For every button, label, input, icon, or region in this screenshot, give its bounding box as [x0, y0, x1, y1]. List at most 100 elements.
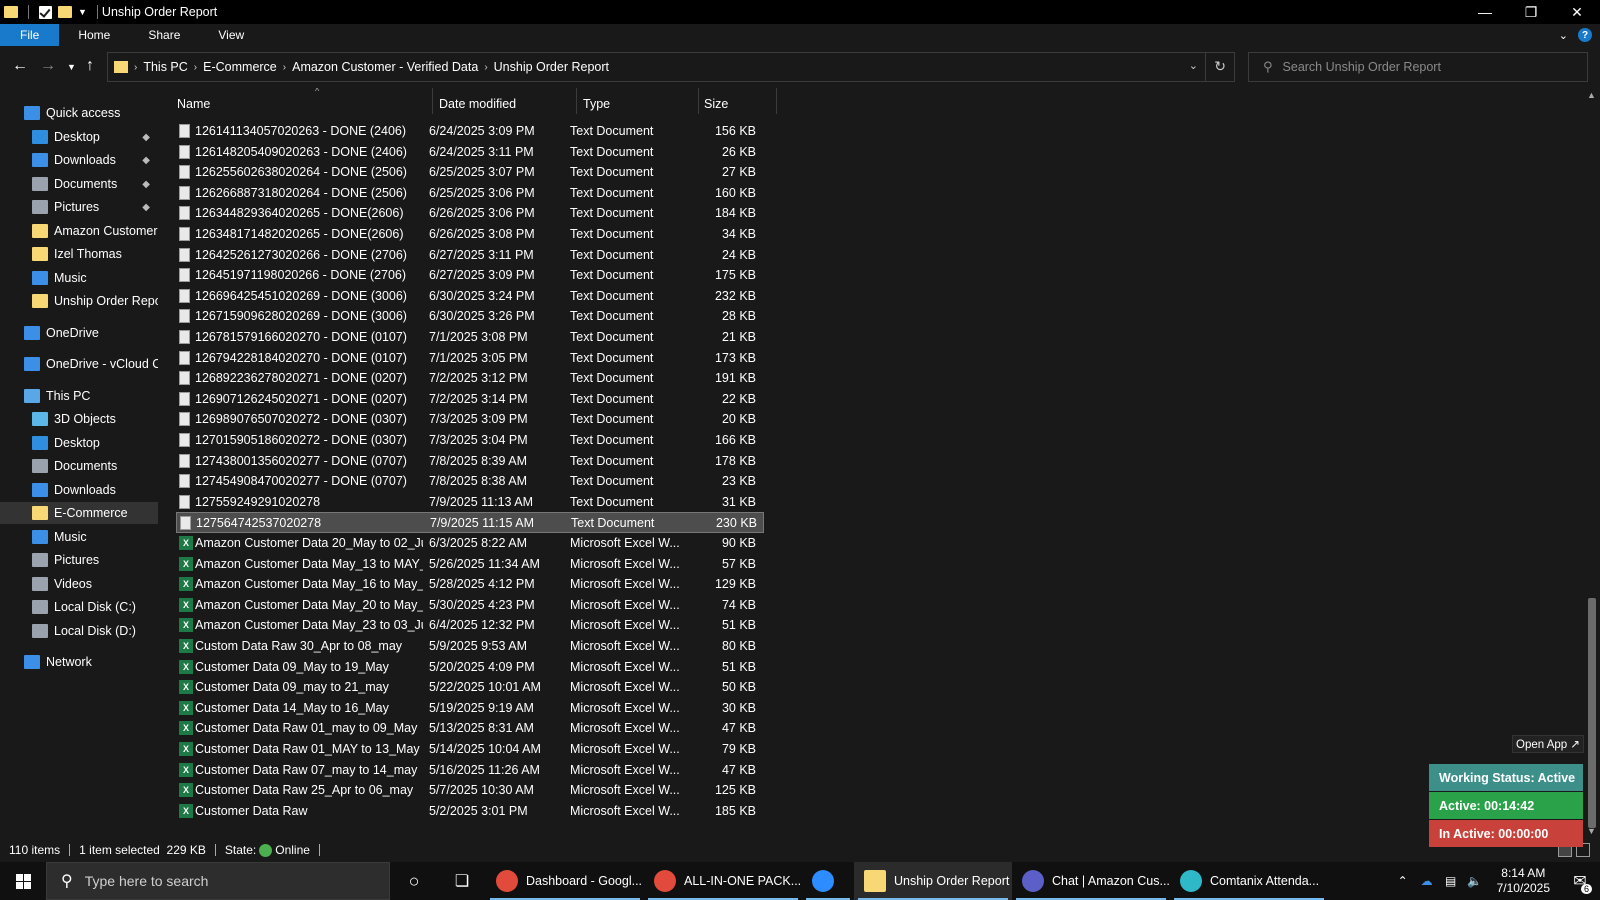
- breadcrumb-unship-order-report[interactable]: Unship Order Report: [488, 60, 615, 74]
- clock[interactable]: 8:14 AM 7/10/2025: [1487, 866, 1560, 896]
- scroll-up-icon[interactable]: ▲: [1587, 90, 1596, 100]
- expand-ribbon-icon[interactable]: ⌄: [1559, 29, 1568, 42]
- breadcrumb-e-commerce[interactable]: E-Commerce: [197, 60, 283, 74]
- task-view-icon[interactable]: ❏: [438, 862, 486, 900]
- sidebar-item-desktop[interactable]: Desktop ◆: [0, 126, 158, 148]
- open-app-button[interactable]: Open App ↗: [1512, 735, 1584, 753]
- breadcrumb-this-pc[interactable]: This PC: [137, 60, 193, 74]
- file-row[interactable]: 126344829364020265 - DONE(2606) 6/26/2025…: [176, 203, 764, 224]
- file-row[interactable]: 127559249291020278 7/9/2025 11:13 AM Text …: [176, 492, 764, 513]
- file-row[interactable]: X Customer Data Raw 25_Apr to 06_may 5/7/2…: [176, 780, 764, 801]
- sidebar-item-desktop[interactable]: Desktop: [0, 432, 158, 454]
- column-divider[interactable]: [698, 88, 699, 114]
- restore-icon[interactable]: ❐: [1508, 0, 1554, 24]
- sidebar-item-downloads[interactable]: Downloads ◆: [0, 149, 158, 171]
- column-header-size[interactable]: Size: [704, 88, 774, 114]
- sidebar-item-music[interactable]: Music: [0, 526, 158, 548]
- sidebar-item-local-disk-c[interactable]: Local Disk (C:): [0, 596, 158, 618]
- search-input[interactable]: [1282, 60, 1563, 74]
- column-header-date-modified[interactable]: Date modified: [439, 88, 569, 114]
- sidebar-item-pictures[interactable]: Pictures ◆: [0, 196, 158, 218]
- taskbar-app-file-explorer[interactable]: Unship Order Report: [854, 862, 1012, 900]
- forward-icon[interactable]: →: [40, 57, 56, 75]
- taskbar-app-chrome[interactable]: ALL-IN-ONE PACK...: [644, 862, 802, 900]
- file-row[interactable]: 126781579166020270 - DONE (0107) 7/1/2025…: [176, 327, 764, 348]
- taskbar-app-chrome[interactable]: Dashboard - Googl...: [486, 862, 644, 900]
- pin-icon[interactable]: ◆: [142, 179, 150, 190]
- file-row[interactable]: X Customer Data 09_may to 21_may 5/22/2025…: [176, 677, 764, 698]
- minimize-icon[interactable]: —: [1462, 0, 1508, 24]
- pin-icon[interactable]: ◆: [142, 155, 150, 166]
- scroll-down-icon[interactable]: ▼: [1587, 826, 1596, 836]
- tab-home[interactable]: Home: [59, 24, 129, 46]
- help-icon[interactable]: ?: [1578, 28, 1592, 42]
- sidebar-item-downloads[interactable]: Downloads: [0, 479, 158, 501]
- scrollbar-thumb[interactable]: [1588, 598, 1596, 828]
- file-row[interactable]: 127564742537020278 7/9/2025 11:15 AM Text …: [176, 512, 764, 534]
- new-folder-icon[interactable]: [58, 6, 72, 18]
- sidebar-item-3d-objects[interactable]: 3D Objects: [0, 408, 158, 430]
- file-row[interactable]: 126425261273020266 - DONE (2706) 6/27/202…: [176, 245, 764, 266]
- taskbar-app-comtanix[interactable]: Comtanix Attenda...: [1170, 862, 1328, 900]
- pin-icon[interactable]: ◆: [142, 202, 150, 213]
- network-icon[interactable]: ▤: [1439, 862, 1463, 900]
- file-row[interactable]: X Customer Data Raw 01_may to 09_May 5/13/…: [176, 718, 764, 739]
- file-row[interactable]: X Customer Data Raw 07_may to 14_may 5/16/…: [176, 760, 764, 781]
- tab-file[interactable]: File: [0, 24, 60, 46]
- sidebar-item-onedrive-vcloud-cl[interactable]: OneDrive - vCloud Cl: [0, 353, 158, 375]
- file-row[interactable]: X Amazon Customer Data May_13 to MAY_... 5…: [176, 554, 764, 575]
- file-row[interactable]: 126141134057020263 - DONE (2406) 6/24/202…: [176, 121, 764, 142]
- sidebar-item-documents[interactable]: Documents ◆: [0, 173, 158, 195]
- search-box[interactable]: ⚲: [1248, 52, 1588, 82]
- tab-view[interactable]: View: [199, 24, 263, 46]
- file-row[interactable]: 126715909628020269 - DONE (3006) 6/30/202…: [176, 306, 764, 327]
- sidebar-item-e-commerce[interactable]: E-Commerce: [0, 502, 158, 524]
- file-row[interactable]: 126794228184020270 - DONE (0107) 7/1/2025…: [176, 348, 764, 369]
- file-row[interactable]: X Amazon Customer Data May_16 to May_28 5/…: [176, 574, 764, 595]
- column-divider[interactable]: [776, 88, 777, 114]
- file-row[interactable]: 127438001356020277 - DONE (0707) 7/8/2025…: [176, 451, 764, 472]
- file-row[interactable]: 126266887318020264 - DONE (2506) 6/25/202…: [176, 183, 764, 204]
- close-icon[interactable]: ✕: [1554, 0, 1600, 24]
- column-divider[interactable]: [576, 88, 577, 114]
- pin-icon[interactable]: ◆: [142, 132, 150, 143]
- up-icon[interactable]: ↑: [86, 57, 94, 75]
- file-row[interactable]: X Customer Data 09_May to 19_May 5/20/2025…: [176, 657, 764, 678]
- notifications-button[interactable]: ✉ 6: [1560, 862, 1600, 900]
- volume-icon[interactable]: 🔈: [1463, 862, 1487, 900]
- sidebar-item-this-pc[interactable]: This PC: [0, 385, 158, 407]
- taskbar-app-teams[interactable]: Chat | Amazon Cus...: [1012, 862, 1170, 900]
- file-row[interactable]: 127015905186020272 - DONE (0307) 7/3/2025…: [176, 430, 764, 451]
- back-icon[interactable]: ←: [12, 57, 28, 75]
- sidebar-item-izel-thomas[interactable]: Izel Thomas: [0, 243, 158, 265]
- file-row[interactable]: X Custom Data Raw 30_Apr to 08_may 5/9/202…: [176, 636, 764, 657]
- file-row[interactable]: X Customer Data 14_May to 16_May 5/19/2025…: [176, 698, 764, 719]
- onedrive-icon[interactable]: ☁: [1415, 862, 1439, 900]
- taskbar-search-input[interactable]: [84, 873, 365, 889]
- show-hidden-icons-icon[interactable]: ⌃: [1391, 862, 1415, 900]
- breadcrumb-amazon-customer[interactable]: Amazon Customer - Verified Data: [286, 60, 484, 74]
- file-row[interactable]: 127454908470020277 - DONE (0707) 7/8/2025…: [176, 471, 764, 492]
- column-divider[interactable]: [432, 88, 433, 114]
- file-row[interactable]: 126989076507020272 - DONE (0307) 7/3/2025…: [176, 409, 764, 430]
- file-row[interactable]: X Amazon Customer Data May_23 to 03_Ju...…: [176, 615, 764, 636]
- sidebar-item-onedrive[interactable]: OneDrive: [0, 322, 158, 344]
- address-history-icon[interactable]: ⌄: [1189, 59, 1198, 72]
- file-row[interactable]: 126907126245020271 - DONE (0207) 7/2/2025…: [176, 389, 764, 410]
- sidebar-item-music[interactable]: Music: [0, 267, 158, 289]
- properties-icon[interactable]: [39, 5, 52, 19]
- file-row[interactable]: 126348171482020265 - DONE(2606) 6/26/2025…: [176, 224, 764, 245]
- file-row[interactable]: 126696425451020269 - DONE (3006) 6/30/202…: [176, 286, 764, 307]
- file-row[interactable]: 126255602638020264 - DONE (2506) 6/25/202…: [176, 162, 764, 183]
- sidebar-item-network[interactable]: Network: [0, 651, 158, 673]
- file-row[interactable]: 126148205409020263 - DONE (2406) 6/24/202…: [176, 142, 764, 163]
- sidebar-item-quick-access[interactable]: Quick access: [0, 102, 158, 124]
- customize-toolbar-icon[interactable]: ▼: [78, 7, 87, 17]
- file-row[interactable]: 126451971198020266 - DONE (2706) 6/27/202…: [176, 265, 764, 286]
- sidebar-item-amazon-customer[interactable]: Amazon Customer: [0, 220, 158, 242]
- file-row[interactable]: X Amazon Customer Data May_20 to May_29 5/…: [176, 595, 764, 616]
- column-header-type[interactable]: Type: [583, 88, 693, 114]
- file-row[interactable]: X Customer Data Raw 5/2/2025 3:01 PM Micros…: [176, 801, 764, 822]
- column-header-name[interactable]: Name ^: [177, 88, 425, 114]
- sidebar-item-unship-order-repor[interactable]: Unship Order Repor: [0, 290, 158, 312]
